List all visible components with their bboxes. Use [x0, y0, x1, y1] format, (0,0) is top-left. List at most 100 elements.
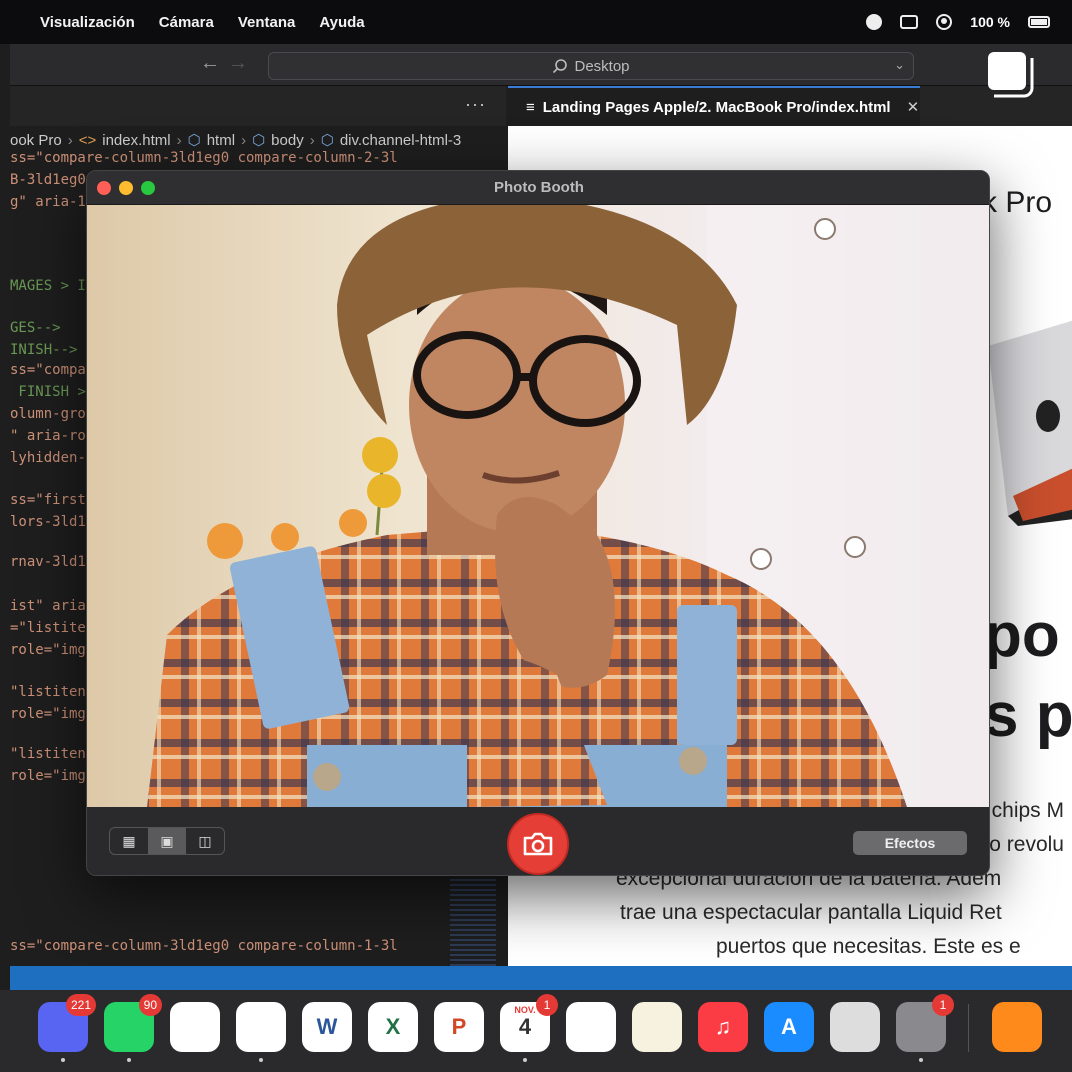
code-line[interactable]: role="img [10, 706, 86, 722]
menu-ventana[interactable]: Ventana [226, 14, 308, 31]
screen-capture-icon[interactable] [986, 50, 1034, 98]
camera-icon [523, 832, 553, 856]
code-line[interactable]: lyhidden- [10, 450, 86, 466]
dock-app-clickup[interactable] [170, 1002, 220, 1052]
code-line[interactable]: INISH--> [10, 342, 77, 358]
code-line[interactable]: role="img [10, 768, 86, 784]
code-line[interactable]: olumn-gro [10, 406, 86, 422]
dock-app-system-settings[interactable]: 1 [896, 994, 954, 1062]
music-icon: ♫ [714, 1014, 732, 1039]
chevron-right-icon: › [67, 131, 73, 149]
code-line[interactable]: ss="compa [10, 362, 86, 378]
notification-badge: 90 [138, 994, 162, 1016]
command-center-search[interactable]: Desktop ⌄ [268, 52, 914, 80]
breadcrumb-folder[interactable]: ook Pro [10, 132, 62, 149]
code-line[interactable]: "listiten [10, 746, 86, 762]
word-icon: W [316, 1014, 338, 1039]
code-line[interactable]: g" aria-1 [10, 194, 86, 210]
breadcrumb-body[interactable]: body [271, 132, 304, 149]
battery-percent: 100 % [970, 14, 1010, 30]
macbook-image [988, 320, 1072, 526]
dock-app-books[interactable] [992, 1002, 1042, 1052]
dock-app-reminders[interactable] [566, 1002, 616, 1052]
editor-tab-strip: ··· [10, 86, 506, 126]
dock-app-powerpoint[interactable]: P [434, 1002, 484, 1052]
video-camera-icon[interactable]: ◫ [186, 828, 224, 854]
battery-icon[interactable] [1028, 16, 1050, 28]
dock-app-word[interactable]: W [302, 1002, 352, 1052]
code-line[interactable]: GES--> [10, 320, 61, 336]
dock-app-whatsapp[interactable]: 90 [104, 994, 162, 1062]
para-line: trae una espectacular pantalla Liquid Re… [620, 901, 1002, 924]
keyboard-input-icon[interactable] [900, 15, 919, 29]
calendar-icon: 4 [518, 1014, 532, 1039]
effects-button[interactable]: Efectos [853, 831, 967, 855]
running-indicator [919, 1058, 923, 1062]
app-store-icon: A [781, 1014, 797, 1039]
calendar-month: NOV. [514, 1005, 536, 1015]
code-line[interactable]: B-3ld1eg0 [10, 172, 86, 188]
breadcrumb: ook Pro › <> index.html › ⬡ html › ⬡ bod… [10, 128, 461, 152]
take-photo-button[interactable] [507, 813, 569, 875]
menu-visualizacion[interactable]: Visualización [28, 14, 147, 31]
dock-app-app-store[interactable]: A [764, 1002, 814, 1052]
grid-view-icon[interactable]: ▦ [110, 828, 148, 854]
forward-arrow-icon[interactable]: → [228, 52, 248, 75]
dock-app-calendar[interactable]: 4 NOV. 1 [500, 994, 558, 1062]
cube-icon: ⬡ [187, 132, 201, 149]
more-actions-icon[interactable]: ··· [465, 94, 486, 115]
dock-app-notes[interactable] [632, 1002, 682, 1052]
dock-app-excel[interactable]: X [368, 1002, 418, 1052]
zoom-window-button[interactable] [141, 181, 155, 195]
code-line[interactable]: ss="compare-column-3ld1eg0 compare-colum… [10, 938, 398, 954]
dock-app-discord[interactable]: 221 [38, 994, 96, 1062]
chevron-right-icon: › [309, 131, 315, 149]
html-file-icon: <> [78, 131, 97, 149]
code-line[interactable]: MAGES > I [10, 278, 86, 294]
minimize-window-button[interactable] [119, 181, 133, 195]
para-line: puertos que necesitas. Este es e [716, 935, 1021, 958]
user-account-icon[interactable] [936, 14, 953, 30]
notification-badge: 221 [65, 994, 96, 1016]
code-line[interactable]: ss="first [10, 492, 86, 508]
close-window-button[interactable] [97, 181, 111, 195]
breadcrumb-div[interactable]: div.channel-html-3 [340, 132, 461, 149]
camera-preview [87, 205, 989, 807]
code-line[interactable]: ss="compare-column-3ld1eg0 compare-colum… [10, 150, 398, 166]
search-text: Desktop [574, 57, 630, 75]
back-arrow-icon[interactable]: ← [200, 52, 220, 75]
window-titlebar[interactable]: Photo Booth [87, 171, 989, 205]
focus-icon[interactable] [866, 14, 883, 30]
notification-badge: 1 [932, 994, 954, 1016]
view-mode-segmented-control[interactable]: ▦ ▣ ◫ [109, 827, 225, 855]
dock-app-music[interactable]: ♫ [698, 1002, 748, 1052]
code-line[interactable]: rnav-3ld1 [10, 554, 86, 570]
desktop-screen: Visualización Cámara Ventana Ayuda 100 %… [0, 0, 1072, 1072]
breadcrumb-file[interactable]: index.html [102, 132, 170, 149]
single-photo-icon[interactable]: ▣ [148, 828, 186, 854]
code-line[interactable]: ="listiten [10, 620, 94, 636]
preview-tab[interactable]: ≡ Landing Pages Apple/2. MacBook Pro/ind… [508, 86, 920, 126]
minimap[interactable] [450, 876, 496, 966]
menu-ayuda[interactable]: Ayuda [307, 14, 376, 31]
code-line[interactable]: role="img [10, 642, 86, 658]
photo-booth-window: Photo Booth ▦ ▣ ◫ Efectos [86, 170, 990, 876]
code-line[interactable]: FINISH > [10, 384, 85, 400]
menu-bar: Visualización Cámara Ventana Ayuda 100 % [0, 0, 1072, 44]
dock-app-vscode[interactable] [236, 1002, 286, 1062]
code-line[interactable]: ist" aria [10, 598, 86, 614]
hero-text: po s p [984, 596, 1072, 756]
code-line[interactable]: " aria-ro [10, 428, 86, 444]
code-line[interactable]: "listiten [10, 684, 86, 700]
editor-status-bar[interactable] [10, 966, 1072, 990]
dock: 221 90 W X P 4 NOV. 1 ♫ A 1 [0, 990, 1072, 1072]
dock-app-preview[interactable] [830, 1002, 880, 1052]
code-line[interactable]: lors-3ld1 [10, 514, 86, 530]
chevron-down-icon[interactable]: ⌄ [894, 57, 905, 73]
running-indicator [61, 1058, 65, 1062]
close-icon[interactable]: ✕ [907, 98, 920, 116]
breadcrumb-html[interactable]: html [207, 132, 235, 149]
status-area: 100 % [866, 0, 1072, 44]
menu-camara[interactable]: Cámara [147, 14, 226, 31]
window-title: Photo Booth [494, 179, 584, 196]
